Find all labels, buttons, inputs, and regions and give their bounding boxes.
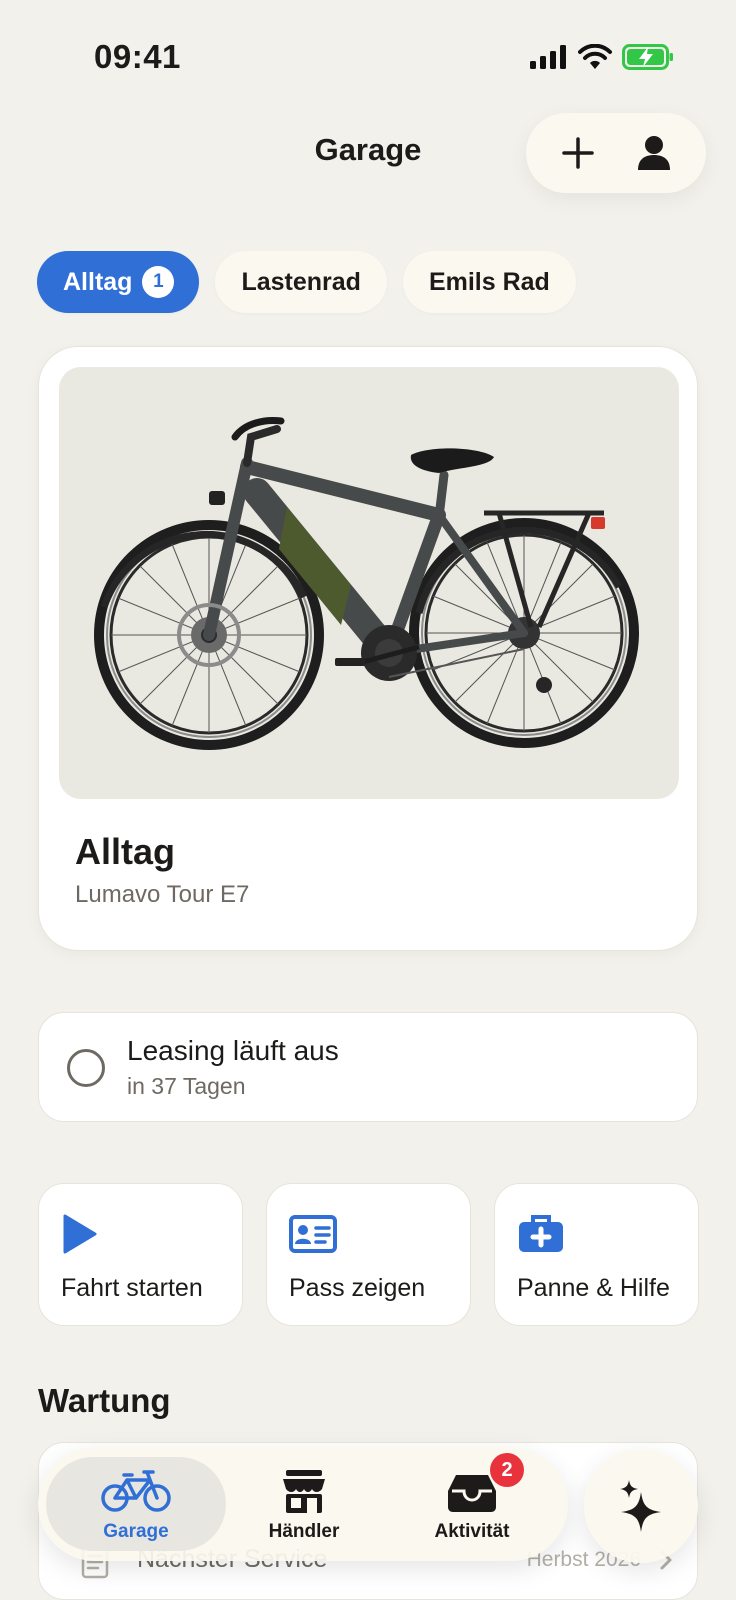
status-icons <box>530 44 674 70</box>
reminder-title: Leasing läuft aus <box>127 1035 339 1066</box>
status-time: 09:41 <box>94 38 181 75</box>
tab-bar: Garage Händler 2 Aktivität <box>38 1447 568 1561</box>
tab-garage[interactable]: Garage <box>46 1457 226 1551</box>
bike-card[interactable]: Alltag Lumavo Tour E7 <box>38 346 698 951</box>
breakdown-help-button[interactable]: Panne & Hilfe <box>494 1183 699 1326</box>
section-title-wartung: Wartung <box>38 1382 171 1419</box>
play-icon <box>63 1214 97 1254</box>
quick-action-label: Pass zeigen <box>289 1274 426 1302</box>
chip-label: Lastenrad <box>241 267 361 296</box>
chip-lastenrad[interactable]: Lastenrad <box>215 251 387 313</box>
leasing-reminder[interactable]: Leasing läuft aus in 37 Tagen <box>38 1012 698 1122</box>
person-icon <box>638 136 670 170</box>
chip-label: Emils Rad <box>428 267 550 296</box>
quick-action-label: Fahrt starten <box>61 1274 203 1302</box>
start-ride-button[interactable]: Fahrt starten <box>38 1183 243 1326</box>
sparkles-icon <box>620 1480 661 1532</box>
store-icon <box>283 1470 325 1513</box>
battery-charging-icon <box>622 44 673 70</box>
chip-badge: 1 <box>142 266 175 298</box>
notification-badge: 2 <box>490 1453 524 1487</box>
chip-emils-rad[interactable]: Emils Rad <box>402 251 576 313</box>
tab-label: Händler <box>268 1521 340 1542</box>
show-pass-button[interactable]: Pass zeigen <box>266 1183 471 1326</box>
add-button[interactable] <box>550 125 606 181</box>
first-aid-kit-icon <box>519 1215 563 1252</box>
id-card-icon <box>289 1215 337 1253</box>
header-actions <box>526 113 706 193</box>
e-bike-illustration <box>94 417 639 750</box>
ai-assistant-button[interactable] <box>584 1449 698 1563</box>
tab-label: Garage <box>103 1521 169 1542</box>
cellular-signal-icon <box>530 45 566 69</box>
profile-button[interactable] <box>626 125 682 181</box>
tab-haendler[interactable]: Händler <box>214 1457 394 1551</box>
tab-label: Aktivität <box>434 1521 510 1542</box>
chip-label: Alltag <box>63 267 133 296</box>
chip-alltag[interactable]: Alltag 1 <box>37 251 200 313</box>
bicycle-icon <box>101 1470 171 1512</box>
status-bar: 09:41 <box>0 0 736 120</box>
bike-chips: Alltag 1 Lastenrad Emils Rad <box>37 251 576 313</box>
quick-action-label: Panne & Hilfe <box>517 1274 670 1302</box>
bike-model: Lumavo Tour E7 <box>75 881 250 908</box>
bike-image <box>59 367 679 799</box>
reminder-checkbox[interactable] <box>67 1049 105 1087</box>
tab-aktivitaet[interactable]: 2 Aktivität <box>382 1453 562 1551</box>
wifi-icon <box>578 44 612 69</box>
bike-name: Alltag <box>75 831 176 872</box>
reminder-subtitle: in 37 Tagen <box>127 1073 246 1099</box>
plus-icon <box>562 137 594 169</box>
